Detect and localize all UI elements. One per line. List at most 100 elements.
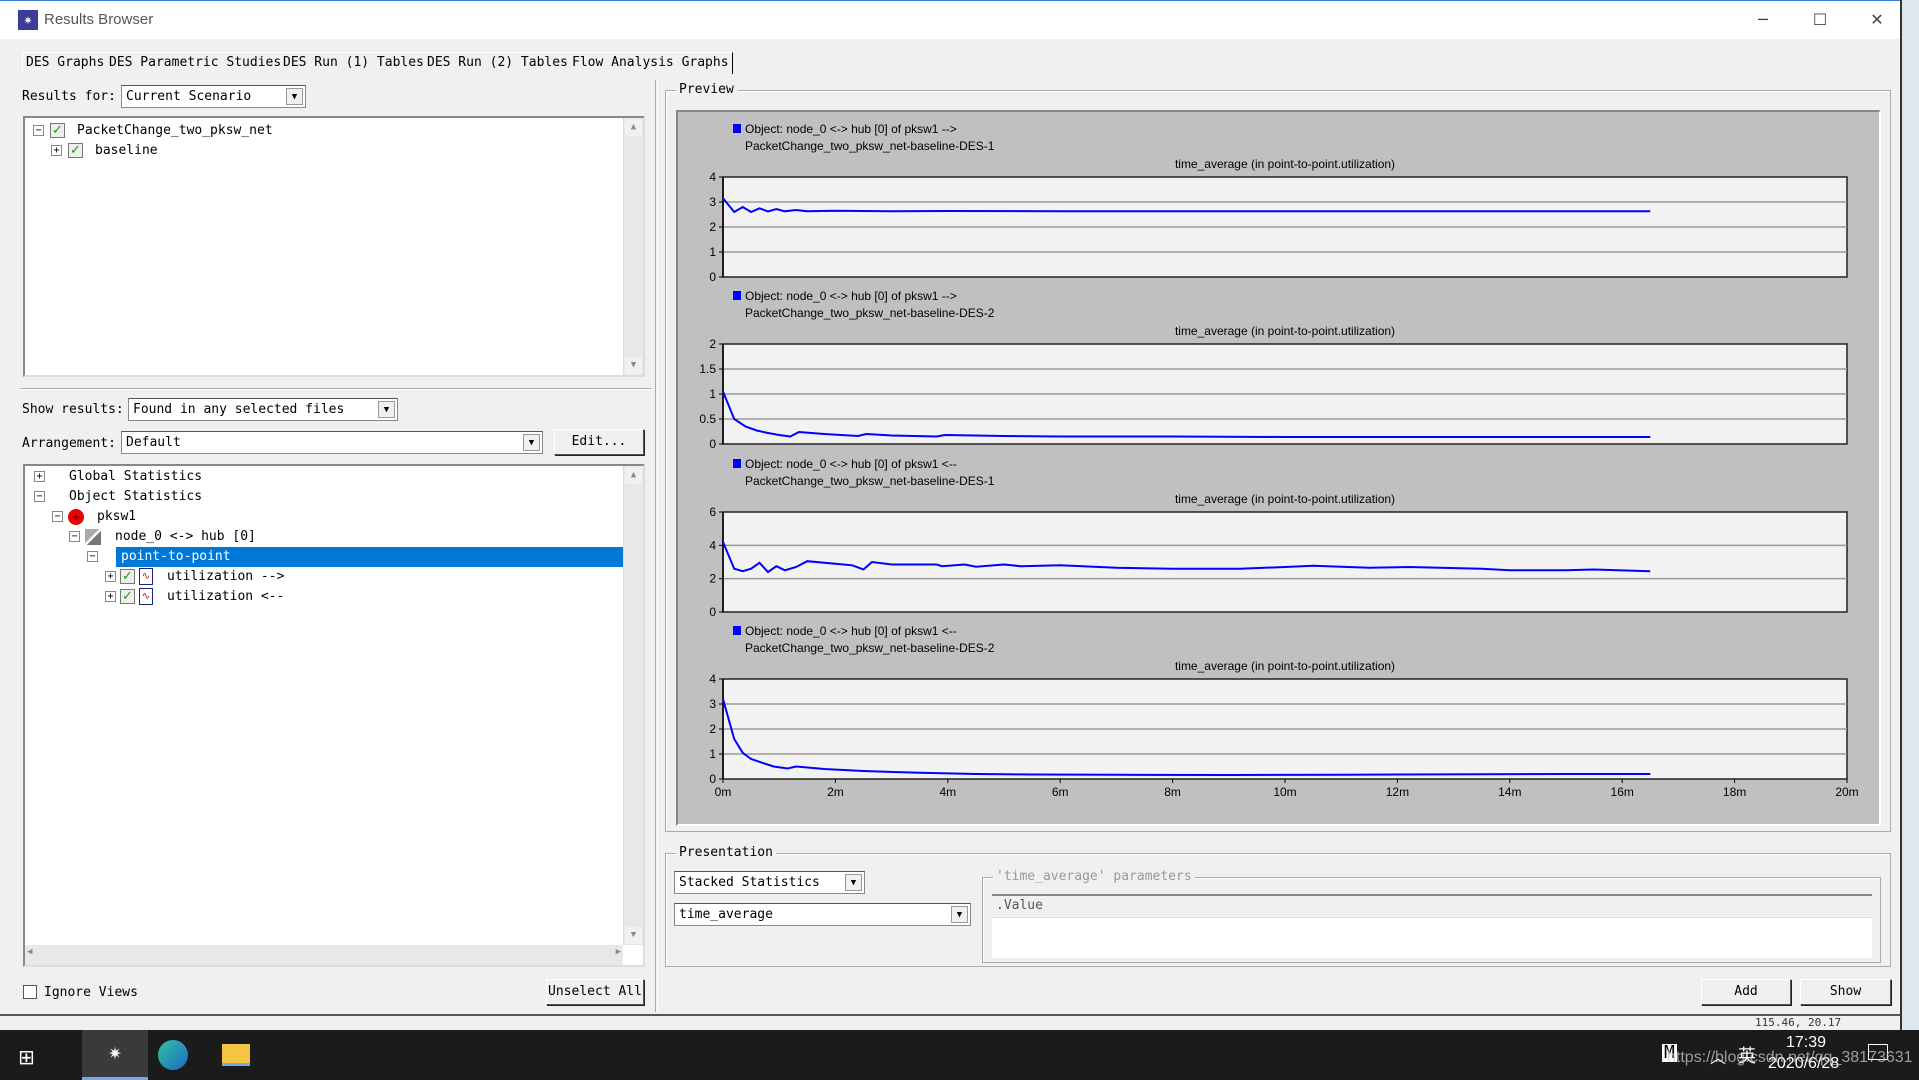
collapse-icon[interactable]: − xyxy=(69,531,80,542)
x-tick-label: 12m xyxy=(1386,785,1409,799)
y-tick-label: 1 xyxy=(709,245,716,259)
chevron-down-icon[interactable]: ▼ xyxy=(378,401,395,418)
unselect-all-button[interactable]: Unselect All xyxy=(546,979,644,1005)
y-tick-label: 0.5 xyxy=(699,412,716,426)
scroll-up-icon[interactable]: ▲ xyxy=(625,467,642,484)
checkbox-checked-icon[interactable]: ✓ xyxy=(120,589,135,604)
scroll-right-icon[interactable]: ▶ xyxy=(616,947,621,957)
taskbar-file-explorer-icon[interactable] xyxy=(222,1044,250,1066)
presentation-caption: Presentation xyxy=(676,845,776,860)
tab-flow-analysis-graphs[interactable]: Flow Analysis Graphs xyxy=(569,52,733,74)
chart-title: time_average (in point-to-point.utilizat… xyxy=(1175,324,1395,338)
tree-item-label: utilization <-- xyxy=(167,589,285,604)
plot-frame xyxy=(722,511,1848,613)
parameters-table[interactable]: .Value xyxy=(992,894,1872,958)
expand-icon[interactable]: + xyxy=(105,571,116,582)
results-for-value: Current Scenario xyxy=(126,89,252,104)
taskbar-app-opnet-icon[interactable]: ✷ xyxy=(82,1030,148,1080)
statistics-tree: + Global Statistics − Object Statistics … xyxy=(23,464,645,967)
x-tick-label: 10m xyxy=(1273,785,1296,799)
scroll-left-icon[interactable]: ◀ xyxy=(27,947,32,957)
legend-label: PacketChange_two_pksw_net-baseline-DES-1 xyxy=(745,139,995,153)
chevron-down-icon[interactable]: ▼ xyxy=(286,88,303,105)
edit-button[interactable]: Edit... xyxy=(554,429,644,455)
collapse-icon[interactable]: − xyxy=(87,551,98,562)
presentation-mode-dropdown[interactable]: Stacked Statistics ▼ xyxy=(674,871,865,894)
show-button[interactable]: Show xyxy=(1800,979,1891,1005)
tree-item-label: Global Statistics xyxy=(69,469,203,484)
arrangement-value: Default xyxy=(126,435,181,450)
arrangement-dropdown[interactable]: Default ▼ xyxy=(121,431,543,454)
chevron-down-icon[interactable]: ▼ xyxy=(951,906,968,923)
scroll-up-icon[interactable]: ▲ xyxy=(625,119,642,136)
show-results-label: Show results: xyxy=(22,402,124,417)
value-column-label: Value xyxy=(1003,898,1043,913)
parameters-column-header: .Value xyxy=(992,896,1872,918)
results-for-label: Results for: xyxy=(22,89,116,104)
tree-item-label: pksw1 xyxy=(97,509,137,524)
minimize-button[interactable]: ─ xyxy=(1740,7,1786,33)
y-tick-label: 0 xyxy=(709,772,716,786)
taskbar-edge-icon[interactable] xyxy=(158,1040,188,1070)
tab-des-graphs[interactable]: DES Graphs xyxy=(22,52,109,74)
checkbox-checked-icon[interactable]: ✓ xyxy=(120,569,135,584)
expand-icon[interactable]: + xyxy=(51,145,62,156)
preview-caption: Preview xyxy=(676,82,737,97)
tree-item-baseline[interactable]: + ✓ baseline xyxy=(29,141,609,161)
taskbar: ⊞ ✷ M ︿ 英 17:39 2020/6/28 https://blog.c… xyxy=(0,1030,1919,1080)
ignore-views-checkbox[interactable] xyxy=(23,985,37,999)
legend-label: PacketChange_two_pksw_net-baseline-DES-2 xyxy=(745,306,995,320)
collapse-icon[interactable]: − xyxy=(33,125,44,136)
y-tick-label: 3 xyxy=(709,195,716,209)
chart-title: time_average (in point-to-point.utilizat… xyxy=(1175,157,1395,171)
y-tick-label: 0 xyxy=(709,605,716,619)
checkbox-checked-icon[interactable]: ✓ xyxy=(50,123,65,138)
expand-icon[interactable]: + xyxy=(34,471,45,482)
splitter[interactable] xyxy=(20,388,652,390)
scroll-down-icon[interactable]: ▼ xyxy=(625,927,642,944)
collapse-icon[interactable]: − xyxy=(52,511,63,522)
collapse-icon[interactable]: − xyxy=(34,491,45,502)
window-title: Results Browser xyxy=(44,11,154,28)
tab-des-run-1-tables[interactable]: DES Run (1) Tables xyxy=(280,52,428,74)
results-for-dropdown[interactable]: Current Scenario ▼ xyxy=(121,85,306,108)
presentation-mode-value: Stacked Statistics xyxy=(679,875,820,890)
statistic-filter-dropdown[interactable]: time_average ▼ xyxy=(674,903,971,926)
y-tick-label: 1 xyxy=(709,747,716,761)
add-button[interactable]: Add xyxy=(1701,979,1791,1005)
panel-divider[interactable] xyxy=(655,80,658,1012)
chevron-down-icon[interactable]: ▼ xyxy=(845,874,862,891)
scroll-down-icon[interactable]: ▼ xyxy=(625,357,642,374)
tree-item-point-to-point[interactable]: − point-to-point xyxy=(29,547,627,567)
y-tick-label: 1 xyxy=(709,387,716,401)
y-tick-label: 2 xyxy=(709,722,716,736)
legend-label: PacketChange_two_pksw_net-baseline-DES-1 xyxy=(745,474,995,488)
show-results-dropdown[interactable]: Found in any selected files ▼ xyxy=(128,398,398,421)
expand-icon[interactable]: + xyxy=(105,591,116,602)
switch-node-icon: ✚ xyxy=(68,509,84,525)
statistic-filter-value: time_average xyxy=(679,907,773,922)
maximize-button[interactable]: ☐ xyxy=(1797,7,1843,33)
tree-item-label: baseline xyxy=(95,143,158,158)
horizontal-scrollbar[interactable]: ◀ ▶ xyxy=(25,945,623,965)
chevron-down-icon[interactable]: ▼ xyxy=(523,434,540,451)
files-tree: − ✓ PacketChange_two_pksw_net + ✓ baseli… xyxy=(23,116,645,377)
windows-start-icon[interactable]: ⊞ xyxy=(18,1045,35,1069)
tab-des-parametric-studies[interactable]: DES Parametric Studies xyxy=(106,52,286,74)
watermark-text: https://blog.csdn.net/qq_38173631 xyxy=(1667,1049,1913,1066)
checkbox-checked-icon[interactable]: ✓ xyxy=(68,143,83,158)
vertical-scrollbar[interactable]: ▲ ▼ xyxy=(623,466,643,945)
tree-item-packetchange[interactable]: − ✓ PacketChange_two_pksw_net xyxy=(29,121,609,141)
tab-des-run-2-tables[interactable]: DES Run (2) Tables xyxy=(424,52,572,74)
tree-item-label: Object Statistics xyxy=(69,489,203,504)
legend-label: Object: node_0 <-> hub [0] of pksw1 --> xyxy=(745,122,957,136)
legend-swatch xyxy=(733,291,741,300)
close-button[interactable]: ✕ xyxy=(1854,7,1900,33)
vertical-scrollbar[interactable]: ▲ ▼ xyxy=(623,118,643,375)
arrangement-label: Arrangement: xyxy=(22,436,116,451)
title-bar: ✷ Results Browser ─ ☐ ✕ xyxy=(0,0,1900,39)
chart-title: time_average (in point-to-point.utilizat… xyxy=(1175,659,1395,673)
x-tick-label: 4m xyxy=(939,785,956,799)
legend-label: PacketChange_two_pksw_net-baseline-DES-2 xyxy=(745,641,995,655)
legend-label: Object: node_0 <-> hub [0] of pksw1 <-- xyxy=(745,624,957,638)
